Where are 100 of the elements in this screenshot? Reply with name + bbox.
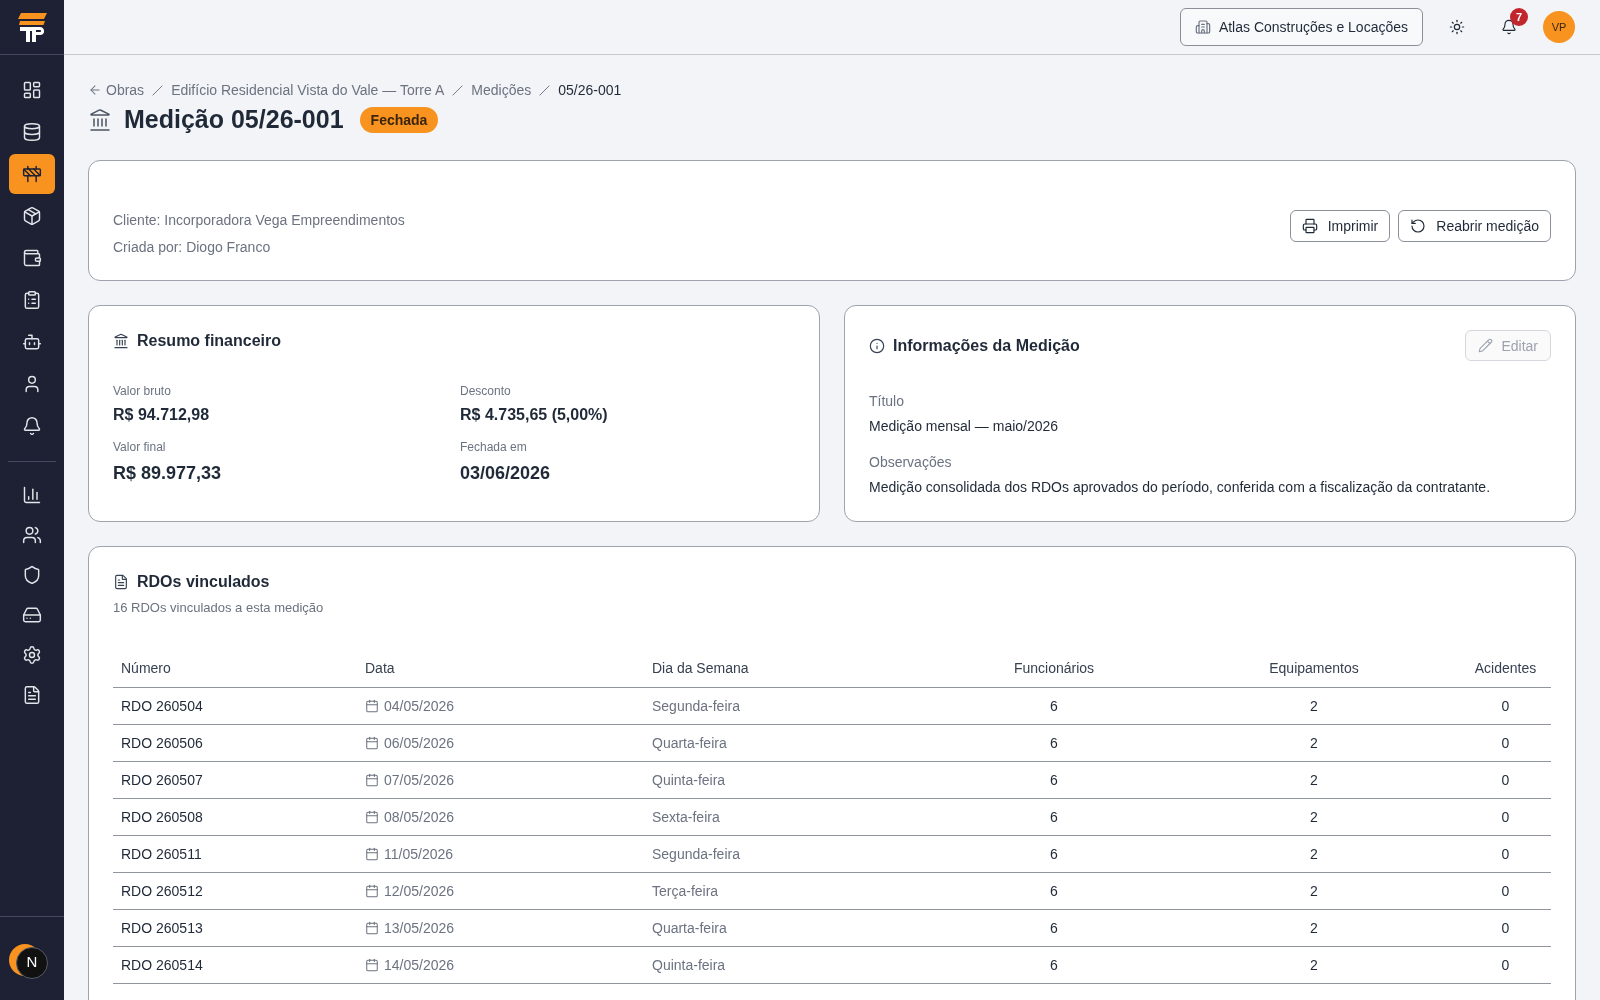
field-label: Desconto bbox=[460, 383, 512, 399]
breadcrumb-link[interactable]: Edifício Residencial Vista do Vale — Torre A bbox=[171, 80, 445, 100]
date-text: 04/05/2026 bbox=[384, 697, 455, 716]
table-cell-text: 6 bbox=[1049, 734, 1059, 753]
table-cell-text: 2 bbox=[1309, 734, 1319, 753]
breadcrumb-current: 05/26-001 bbox=[558, 81, 622, 100]
table-cell-text: 2 bbox=[1309, 845, 1319, 864]
table-cell-text: 0 bbox=[1500, 882, 1511, 901]
action-button[interactable]: Imprimir bbox=[1289, 210, 1391, 242]
date-text: 12/05/2026 bbox=[384, 882, 455, 901]
table-cell-text: RDO 260504 bbox=[120, 697, 204, 716]
table-cell-text: RDO 260512 bbox=[120, 882, 204, 901]
table-cell-text: RDO 260514 bbox=[120, 956, 204, 975]
table-cell-text: 0 bbox=[1500, 956, 1511, 975]
settings-icon bbox=[22, 645, 42, 665]
table-cell-text: 0 bbox=[1500, 845, 1511, 864]
table-cell-text: 6 bbox=[1049, 808, 1059, 827]
calendar-icon bbox=[365, 810, 379, 824]
summary-text: Cliente: Incorporadora Vega Empreendimentos bbox=[113, 211, 405, 230]
bank-icon bbox=[88, 108, 112, 132]
table-cell-text: RDO 260513 bbox=[120, 919, 204, 938]
nav-button[interactable] bbox=[9, 154, 55, 194]
table-cell-text: 2 bbox=[1309, 697, 1319, 716]
card-title: RDOs vinculados bbox=[137, 572, 270, 592]
wallet-icon bbox=[22, 248, 42, 268]
calendar-icon bbox=[365, 921, 379, 935]
table-cell-text: Sexta-feira bbox=[652, 808, 721, 827]
sun-icon bbox=[1449, 19, 1465, 35]
rotate-icon bbox=[1410, 218, 1427, 234]
table-cell-text: 2 bbox=[1309, 882, 1319, 901]
robot-icon bbox=[22, 332, 42, 352]
user-avatar[interactable]: VP bbox=[1543, 11, 1575, 43]
users-icon bbox=[22, 525, 42, 545]
calendar-icon bbox=[365, 736, 379, 750]
table-cell-text: Quarta-feira bbox=[652, 734, 728, 753]
table-cell-text: 0 bbox=[1500, 771, 1511, 790]
slash-icon bbox=[452, 84, 464, 96]
date-text: 14/05/2026 bbox=[384, 956, 455, 975]
column-header: Acidentes bbox=[1473, 658, 1538, 678]
column-header: Equipamentos bbox=[1268, 658, 1360, 678]
column-header: Funcionários bbox=[1012, 658, 1096, 678]
bank-icon bbox=[113, 333, 129, 349]
field-value: R$ 89.977,33 bbox=[113, 462, 223, 485]
table-cell-text: 0 bbox=[1500, 808, 1511, 827]
dashboard-icon bbox=[22, 80, 42, 100]
shield-icon bbox=[22, 565, 42, 585]
database-icon bbox=[22, 122, 42, 142]
column-header: Dia da Semana bbox=[652, 658, 750, 678]
table-cell-text: RDO 260511 bbox=[120, 845, 203, 864]
table-cell-text: 6 bbox=[1049, 845, 1059, 864]
notifications-button[interactable]: 7 bbox=[1491, 9, 1527, 45]
printer-icon bbox=[1301, 218, 1318, 234]
table-cell-text: 0 bbox=[1500, 697, 1511, 716]
column-header: Data bbox=[365, 658, 396, 678]
date-text: 11/05/2026 bbox=[384, 845, 454, 864]
table-cell-text: Quinta-feira bbox=[652, 771, 727, 790]
table-cell-text: Terça-feira bbox=[652, 882, 720, 901]
action-button[interactable]: Reabrir medição bbox=[1398, 210, 1551, 242]
calendar-icon bbox=[365, 773, 379, 787]
table-cell-text: 2 bbox=[1309, 956, 1319, 975]
table-cell-text: Quarta-feira bbox=[652, 919, 728, 938]
status-badge: Fechada bbox=[359, 107, 439, 133]
date-text: 07/05/2026 bbox=[384, 771, 455, 790]
card-subtitle: 16 RDOs vinculados a esta medição bbox=[113, 599, 325, 617]
table-cell-text: 6 bbox=[1049, 697, 1059, 716]
notification-count: 7 bbox=[1510, 8, 1528, 26]
document-icon bbox=[113, 574, 129, 590]
table-cell-text: RDO 260506 bbox=[120, 734, 204, 753]
table-cell-text: 6 bbox=[1049, 919, 1059, 938]
slash-icon bbox=[152, 84, 164, 96]
date-text: 06/05/2026 bbox=[384, 734, 455, 753]
breadcrumb-link[interactable]: Medições bbox=[471, 80, 532, 100]
table-cell-text: Segunda-feira bbox=[652, 697, 741, 716]
box-icon bbox=[22, 206, 42, 226]
table-cell-text: Segunda-feira bbox=[652, 845, 741, 864]
building-icon bbox=[1194, 19, 1211, 35]
table-cell-text: 6 bbox=[1049, 882, 1059, 901]
calendar-icon bbox=[365, 699, 379, 713]
table-cell-text: RDO 260507 bbox=[120, 771, 204, 790]
barrier-icon bbox=[22, 164, 42, 184]
bell-icon bbox=[1501, 19, 1517, 35]
table-cell-text: 6 bbox=[1049, 956, 1059, 975]
table-cell-text: 6 bbox=[1049, 771, 1059, 790]
logo-icon bbox=[16, 11, 48, 43]
breadcrumb-link[interactable]: Obras bbox=[88, 80, 145, 100]
date-text: 13/05/2026 bbox=[384, 919, 455, 938]
clipboard-list-icon bbox=[22, 290, 42, 310]
company-selector-button[interactable]: Atlas Construções e Locações bbox=[1179, 8, 1423, 46]
calendar-icon bbox=[365, 847, 379, 861]
table-cell-text: RDO 260508 bbox=[120, 808, 204, 827]
table-cell-text: 2 bbox=[1309, 808, 1319, 827]
hard-drive-icon bbox=[22, 605, 42, 625]
field-value: 03/06/2026 bbox=[460, 462, 552, 485]
table-cell-text: Quinta-feira bbox=[652, 956, 727, 975]
field-value: Medição consolidada dos RDOs aprovados do período, conferida com a fiscalização da contratante. bbox=[869, 478, 1492, 497]
summary-text: Criada por: Diogo Franco bbox=[113, 238, 272, 257]
field-label: Fechada em bbox=[460, 439, 528, 455]
field-value: R$ 4.735,65 (5,00%) bbox=[460, 405, 609, 425]
pencil-icon bbox=[1478, 338, 1494, 353]
slash-icon bbox=[539, 84, 551, 96]
